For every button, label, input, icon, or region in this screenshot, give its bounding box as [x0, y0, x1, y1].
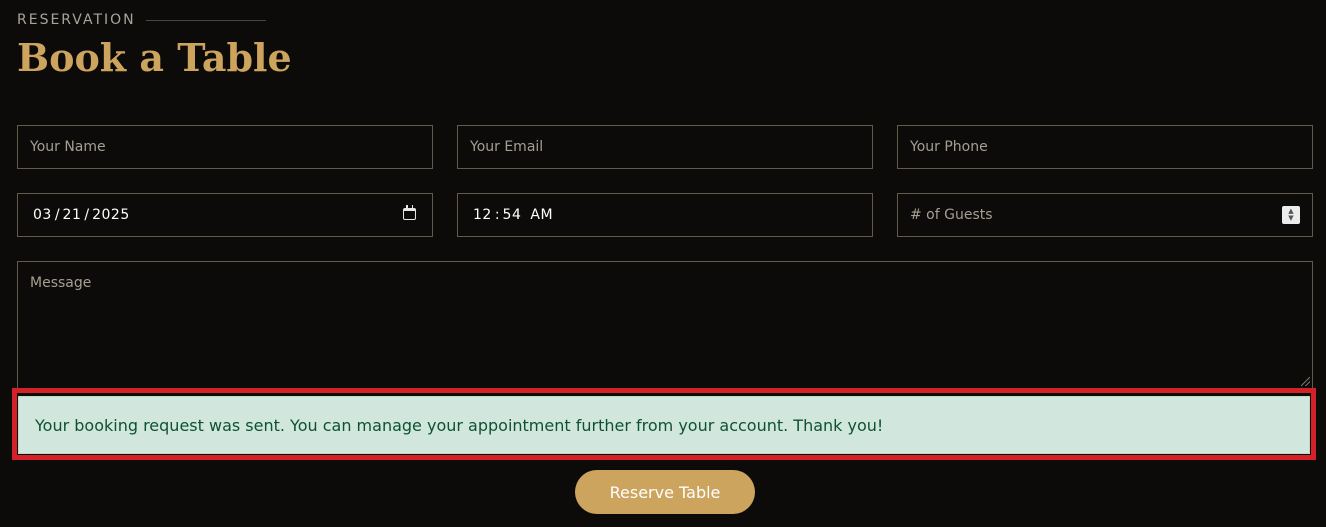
calendar-icon[interactable] [403, 205, 416, 220]
email-field[interactable]: Your Email [457, 125, 873, 169]
guests-field[interactable]: # of Guests ▲ ▼ [897, 193, 1313, 237]
page-title: Book a Table [17, 35, 292, 80]
message-textarea[interactable]: Message [17, 261, 1313, 389]
section-eyebrow: RESERVATION [17, 12, 266, 28]
name-field[interactable]: Your Name [17, 125, 433, 169]
phone-field-placeholder: Your Phone [910, 139, 988, 155]
date-field[interactable]: 03 / 21 / 2025 [17, 193, 433, 237]
book-table-section: RESERVATION Book a Table Your Name Your … [0, 0, 1326, 527]
date-year[interactable]: 2025 [92, 207, 130, 223]
date-month[interactable]: 03 [33, 207, 52, 223]
message-placeholder: Message [30, 275, 92, 291]
time-separator: : [494, 207, 500, 223]
guests-field-placeholder: # of Guests [910, 207, 993, 223]
resize-grip-icon[interactable] [1301, 377, 1310, 386]
time-minute[interactable]: 54 [503, 207, 522, 223]
date-separator: / [54, 207, 60, 223]
success-alert-text: Your booking request was sent. You can m… [35, 415, 884, 435]
reserve-table-button[interactable]: Reserve Table [575, 470, 755, 514]
time-period[interactable]: AM [530, 207, 553, 223]
email-field-placeholder: Your Email [470, 139, 544, 155]
section-eyebrow-label: RESERVATION [17, 12, 136, 28]
spinner-arrows-icon[interactable]: ▲ ▼ [1282, 206, 1300, 224]
eyebrow-divider [145, 19, 266, 21]
date-day[interactable]: 21 [63, 207, 82, 223]
time-hour[interactable]: 12 [473, 207, 492, 223]
success-alert: Your booking request was sent. You can m… [18, 396, 1310, 454]
date-separator: / [84, 207, 90, 223]
time-field[interactable]: 12 : 54 AM [457, 193, 873, 237]
phone-field[interactable]: Your Phone [897, 125, 1313, 169]
name-field-placeholder: Your Name [30, 139, 106, 155]
